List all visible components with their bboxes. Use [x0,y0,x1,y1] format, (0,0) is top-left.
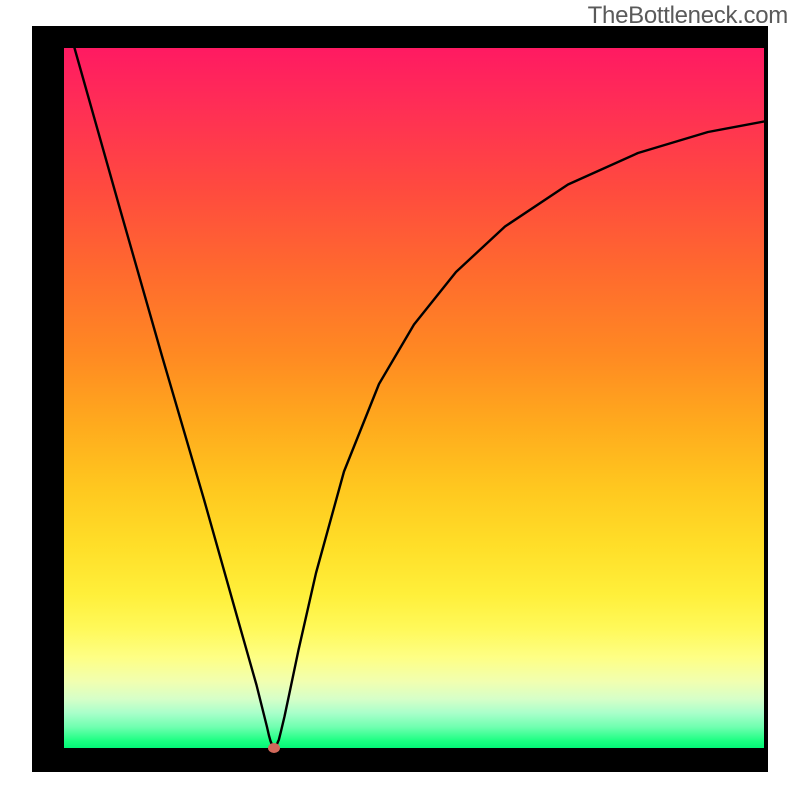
minimum-marker [268,743,280,753]
chart-frame [32,26,768,772]
bottleneck-curve [64,48,764,748]
plot-area [64,48,764,748]
chart-container: TheBottleneck.com [0,0,800,800]
